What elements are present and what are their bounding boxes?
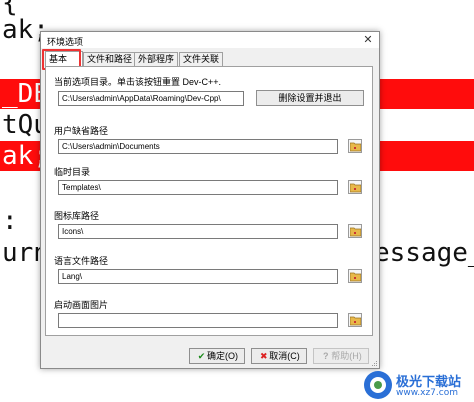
folder-icon	[350, 316, 361, 326]
browse-folder-button[interactable]	[348, 224, 362, 238]
cross-icon: ✖	[259, 351, 268, 361]
splash-image-label: 启动画面图片	[54, 300, 109, 310]
tab-external-programs[interactable]: 外部程序	[134, 52, 179, 66]
lang-path-field[interactable]: Lang\	[58, 269, 338, 284]
watermark-logo-icon	[364, 371, 392, 399]
dialog-titlebar[interactable]: 环境选项 ✕	[41, 32, 379, 48]
resize-grip-icon[interactable]	[370, 359, 378, 367]
help-icon: ?	[323, 351, 329, 361]
config-dir-field[interactable]: C:\Users\admin\AppData\Roaming\Dev-Cpp\	[58, 91, 244, 106]
folder-icon	[350, 183, 361, 193]
tab-files-and-paths[interactable]: 文件和路径	[83, 52, 137, 66]
delete-settings-button[interactable]: 删除设置并退出	[256, 90, 364, 106]
checkmark-icon: ✔	[197, 351, 206, 361]
dialog-title: 环境选项	[47, 37, 84, 47]
user-path-label: 用户缺省路径	[54, 126, 109, 136]
watermark-url: www.xz7.com	[396, 388, 458, 398]
ok-button[interactable]: ✔ 确定(O)	[189, 348, 245, 364]
folder-icon	[350, 272, 361, 282]
environment-options-dialog: 环境选项 ✕ 基本 文件和路径 外部程序 文件关联 当前选项目录。单击该按钮重置…	[40, 31, 380, 369]
temp-dir-label: 临时目录	[54, 167, 91, 177]
icon-lib-label: 图标库路径	[54, 211, 100, 221]
icon-lib-field[interactable]: Icons\	[58, 224, 338, 239]
folder-icon	[350, 227, 361, 237]
splash-image-field[interactable]	[58, 313, 338, 328]
browse-folder-button[interactable]	[348, 269, 362, 283]
browse-folder-button[interactable]	[348, 180, 362, 194]
temp-dir-field[interactable]: Templates\	[58, 180, 338, 195]
browse-folder-button[interactable]	[348, 313, 362, 327]
tab-basic[interactable]: 基本	[42, 49, 83, 70]
code-line-fragment: essage_	[374, 238, 474, 268]
lang-path-label: 语言文件路径	[54, 256, 109, 266]
site-watermark: 极光下载站 www.xz7.com	[364, 368, 474, 402]
config-dir-label: 当前选项目录。单击该按钮重置 Dev-C++.	[54, 77, 222, 87]
help-button[interactable]: ? 帮助(H)	[313, 348, 369, 364]
tab-panel: 当前选项目录。单击该按钮重置 Dev-C++. C:\Users\admin\A…	[45, 66, 373, 336]
browse-folder-button[interactable]	[348, 139, 362, 153]
close-button[interactable]: ✕	[362, 33, 374, 47]
tab-file-associations[interactable]: 文件关联	[179, 52, 224, 66]
cancel-button[interactable]: ✖ 取消(C)	[251, 348, 307, 364]
folder-icon	[350, 142, 361, 152]
user-path-field[interactable]: C:\Users\admin\Documents	[58, 139, 338, 154]
